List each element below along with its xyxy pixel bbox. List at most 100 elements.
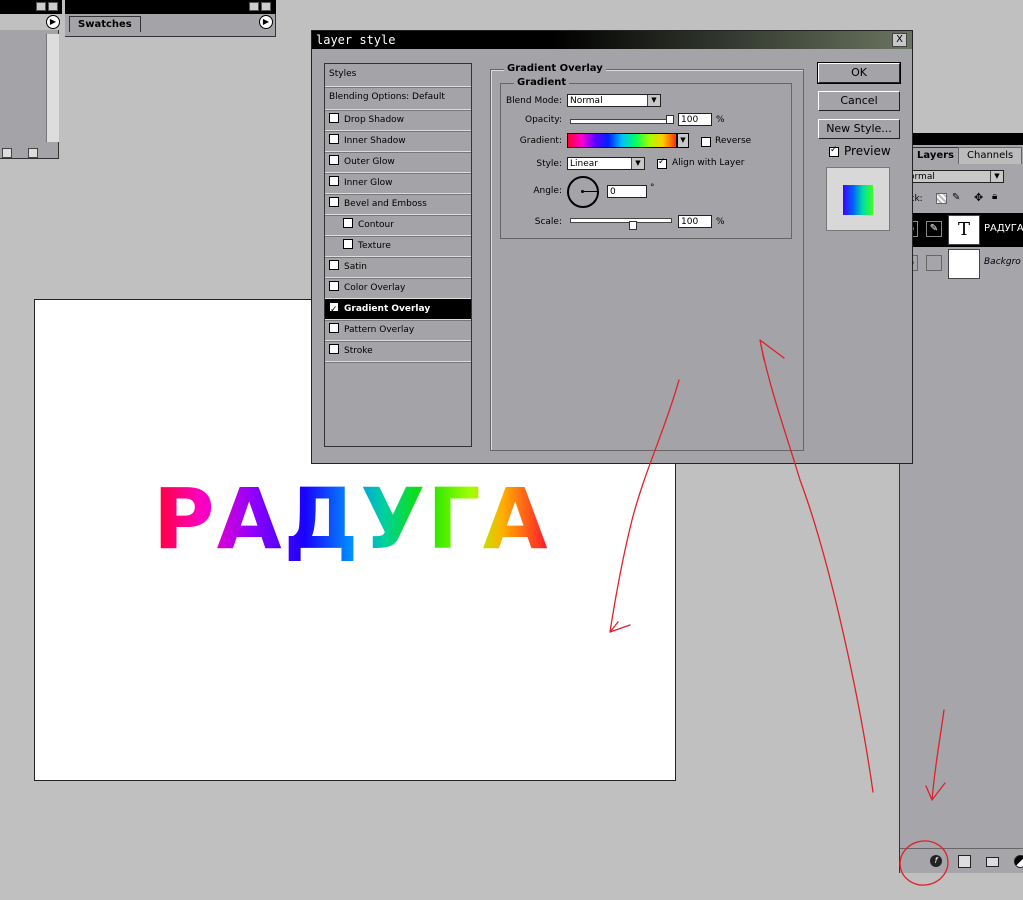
gradient-swatch[interactable] bbox=[567, 133, 677, 148]
preview-checkbox[interactable] bbox=[829, 145, 839, 157]
align-with-layer-label: Align with Layer bbox=[672, 158, 745, 168]
tab-swatches[interactable]: Swatches bbox=[69, 16, 141, 32]
align-with-layer-checkbox[interactable] bbox=[657, 157, 667, 169]
layer-row-background[interactable]: ● Backgro bbox=[900, 247, 1023, 281]
style-item-pattern-overlay[interactable]: Pattern Overlay bbox=[325, 320, 471, 341]
angle-label: Angle: bbox=[533, 186, 562, 196]
angle-dial[interactable] bbox=[567, 176, 599, 208]
lock-brush-icon[interactable]: ✎ bbox=[952, 192, 960, 203]
palette-left-new-icon[interactable] bbox=[2, 148, 12, 158]
angle-input[interactable]: 0 bbox=[607, 185, 647, 198]
layer-name: Backgro bbox=[984, 257, 1021, 267]
layers-blend-mode-select[interactable]: ormal ▼ bbox=[906, 170, 1004, 183]
tab-channels[interactable]: Channels bbox=[958, 147, 1023, 164]
style-item-inner-shadow[interactable]: Inner Shadow bbox=[325, 131, 471, 152]
scale-unit: % bbox=[716, 217, 725, 227]
layers-panel: Layers Channels ormal ▼ ock: ✎ ✥ 🔒︎ ● ✎ … bbox=[899, 133, 1023, 873]
preview-label: Preview bbox=[844, 144, 891, 158]
lock-all-icon[interactable]: 🔒︎ bbox=[992, 191, 997, 202]
style-item-blending-options[interactable]: Blending Options: Default bbox=[325, 87, 471, 110]
style-item-texture[interactable]: Texture bbox=[325, 236, 471, 257]
brush-icon[interactable]: ✎ bbox=[926, 221, 942, 237]
lock-transparency-icon[interactable] bbox=[936, 193, 947, 204]
style-item-gradient-overlay[interactable]: Gradient Overlay bbox=[325, 299, 471, 320]
scale-input[interactable]: 100 bbox=[678, 215, 712, 228]
stroke-checkbox[interactable] bbox=[329, 344, 339, 354]
scale-slider-track[interactable] bbox=[570, 218, 672, 223]
scale-label: Scale: bbox=[534, 217, 562, 227]
color-overlay-checkbox[interactable] bbox=[329, 281, 339, 291]
style-item-bevel-emboss[interactable]: Bevel and Emboss bbox=[325, 194, 471, 215]
chevron-down-icon: ▼ bbox=[990, 171, 1003, 182]
gradient-label: Gradient: bbox=[519, 136, 562, 146]
layer-row-text[interactable]: ● ✎ T РАДУГА bbox=[900, 213, 1023, 247]
layer-style-dialog: layer style X Styles Blending Options: D… bbox=[311, 30, 913, 464]
bevel-emboss-checkbox[interactable] bbox=[329, 197, 339, 207]
layer-link-box[interactable] bbox=[926, 255, 942, 271]
cancel-button[interactable]: Cancel bbox=[818, 91, 900, 111]
blend-mode-label: Blend Mode: bbox=[505, 96, 562, 106]
chevron-down-icon: ▼ bbox=[647, 95, 660, 106]
gradient-overlay-checkbox[interactable] bbox=[329, 300, 339, 320]
background-layer-thumbnail bbox=[948, 249, 980, 279]
reverse-label: Reverse bbox=[715, 136, 752, 146]
angle-unit: ° bbox=[650, 183, 655, 193]
swatches-palette: Swatches ▶ bbox=[65, 0, 276, 37]
dialog-titlebar[interactable]: layer style bbox=[312, 31, 912, 49]
adjustment-icon[interactable] bbox=[1014, 855, 1023, 868]
style-item-inner-glow[interactable]: Inner Glow bbox=[325, 173, 471, 194]
style-item-outer-glow[interactable]: Outer Glow bbox=[325, 152, 471, 173]
opacity-input[interactable]: 100 bbox=[678, 113, 712, 126]
ok-button[interactable]: OK bbox=[817, 62, 901, 84]
inner-glow-checkbox[interactable] bbox=[329, 176, 339, 186]
palette-left-trash-icon[interactable] bbox=[28, 148, 38, 158]
style-item-drop-shadow[interactable]: Drop Shadow bbox=[325, 110, 471, 131]
text-layer-thumbnail: T bbox=[948, 215, 980, 245]
satin-checkbox[interactable] bbox=[329, 260, 339, 270]
reverse-checkbox[interactable] bbox=[701, 137, 711, 147]
opacity-unit: % bbox=[716, 115, 725, 125]
tab-layers[interactable]: Layers bbox=[908, 147, 963, 164]
style-item-contour[interactable]: Contour bbox=[325, 215, 471, 236]
mask-icon[interactable] bbox=[958, 855, 971, 868]
drop-shadow-checkbox[interactable] bbox=[329, 113, 339, 123]
preview-swatch bbox=[826, 167, 890, 231]
chevron-down-icon: ▼ bbox=[631, 158, 644, 169]
swatches-titlebar[interactable] bbox=[65, 0, 276, 14]
palette-left-menu-arrow-icon[interactable]: ▶ bbox=[46, 15, 60, 29]
opacity-slider-track[interactable] bbox=[570, 119, 672, 124]
angle-dial-center bbox=[581, 190, 584, 193]
style-label: Style: bbox=[536, 159, 562, 169]
palette-left-close-button[interactable] bbox=[48, 2, 58, 11]
swatches-close-button[interactable] bbox=[261, 2, 271, 11]
layers-titlebar[interactable] bbox=[900, 133, 1023, 145]
inner-shadow-checkbox[interactable] bbox=[329, 134, 339, 144]
style-select[interactable]: Linear ▼ bbox=[567, 157, 645, 170]
pattern-overlay-checkbox[interactable] bbox=[329, 323, 339, 333]
layer-style-icon[interactable]: f bbox=[930, 855, 942, 867]
angle-dial-needle bbox=[583, 191, 597, 192]
layer-name: РАДУГА bbox=[984, 223, 1023, 234]
scale-slider-knob[interactable] bbox=[629, 221, 637, 230]
swatches-minimize-button[interactable] bbox=[249, 2, 259, 11]
palette-left-scrollbar[interactable] bbox=[46, 34, 59, 142]
texture-checkbox[interactable] bbox=[343, 239, 353, 249]
palette-left: ▶ bbox=[0, 0, 62, 160]
gradient-dropdown-button[interactable]: ▼ bbox=[677, 133, 689, 148]
palette-left-minimize-button[interactable] bbox=[36, 2, 46, 11]
style-item-color-overlay[interactable]: Color Overlay bbox=[325, 278, 471, 299]
folder-icon[interactable] bbox=[986, 857, 999, 867]
dialog-close-button[interactable]: X bbox=[892, 33, 907, 47]
outer-glow-checkbox[interactable] bbox=[329, 155, 339, 165]
lock-move-icon[interactable]: ✥ bbox=[974, 191, 983, 204]
dialog-title: layer style bbox=[316, 33, 396, 47]
style-item-satin[interactable]: Satin bbox=[325, 257, 471, 278]
contour-checkbox[interactable] bbox=[343, 218, 353, 228]
style-list: Styles Blending Options: Default Drop Sh… bbox=[324, 63, 472, 447]
style-item-styles[interactable]: Styles bbox=[325, 64, 471, 87]
new-style-button[interactable]: New Style... bbox=[818, 119, 900, 139]
blend-mode-select[interactable]: Normal ▼ bbox=[567, 94, 661, 107]
opacity-slider-knob[interactable] bbox=[666, 115, 674, 124]
style-item-stroke[interactable]: Stroke bbox=[325, 341, 471, 362]
swatches-menu-arrow-icon[interactable]: ▶ bbox=[259, 15, 273, 29]
